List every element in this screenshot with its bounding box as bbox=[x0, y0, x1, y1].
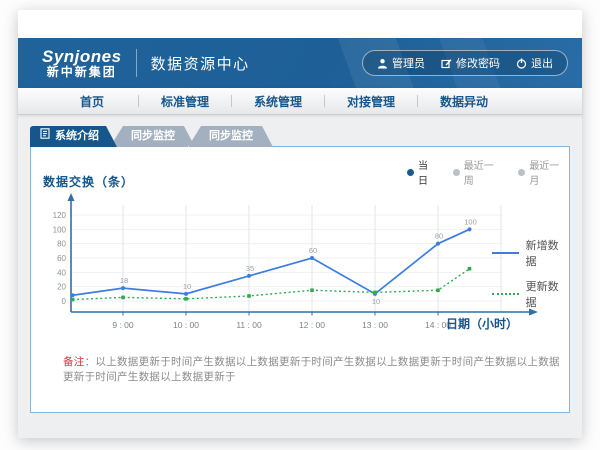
admin-user-button[interactable]: 管理员 bbox=[377, 55, 425, 71]
y-tick-label: 40 bbox=[57, 268, 66, 277]
data-point-marker bbox=[468, 267, 472, 271]
y-tick-label: 120 bbox=[53, 211, 67, 220]
x-tick-label: 13 : 00 bbox=[362, 320, 388, 330]
radio-dot-icon bbox=[518, 169, 525, 176]
radio-dot-icon bbox=[453, 169, 460, 176]
legend-label: 新增数据 bbox=[526, 237, 569, 269]
change-password-label: 修改密码 bbox=[456, 55, 500, 71]
nav-item-system-mgmt[interactable]: 系统管理 bbox=[232, 93, 324, 110]
footnote-label: 备注 bbox=[63, 356, 85, 368]
range-option-last-month[interactable]: 最近一月 bbox=[518, 157, 569, 187]
y-tick-label: 0 bbox=[62, 297, 67, 306]
data-point-marker bbox=[247, 274, 251, 278]
range-option-last-week[interactable]: 最近一周 bbox=[453, 157, 504, 187]
header-divider bbox=[136, 49, 137, 77]
range-option-label: 当日 bbox=[418, 157, 438, 187]
content-area: 系统介绍 同步监控 同步监控 当日 最近一周 最近一月 数据交换 bbox=[18, 115, 582, 438]
data-point-marker bbox=[468, 227, 472, 231]
range-option-today[interactable]: 当日 bbox=[407, 157, 438, 187]
tab-bar: 系统介绍 同步监控 同步监控 bbox=[30, 126, 273, 147]
radio-dot-icon bbox=[407, 169, 414, 176]
nav-item-standard-mgmt[interactable]: 标准管理 bbox=[139, 93, 231, 110]
power-icon bbox=[516, 58, 527, 69]
user-icon bbox=[377, 58, 388, 69]
legend-item-updated-data[interactable]: 更新数据 bbox=[492, 278, 569, 310]
logout-label: 退出 bbox=[531, 55, 553, 71]
data-point-marker bbox=[247, 294, 251, 298]
y-axis-title: 数据交换（条） bbox=[43, 173, 134, 190]
solid-line-icon bbox=[492, 252, 519, 254]
logo-text-en: Synjones bbox=[42, 48, 122, 66]
data-point-label: 10 bbox=[372, 297, 380, 306]
data-point-marker bbox=[71, 293, 75, 297]
admin-user-label: 管理员 bbox=[392, 55, 425, 71]
change-password-button[interactable]: 修改密码 bbox=[441, 55, 500, 71]
data-point-label: 60 bbox=[309, 246, 317, 255]
series-line-0 bbox=[73, 229, 470, 295]
legend-label: 更新数据 bbox=[526, 278, 569, 310]
logo-text-cn: 新中新集团 bbox=[42, 66, 122, 79]
nav-item-interface-mgmt[interactable]: 对接管理 bbox=[325, 93, 417, 110]
user-menu: 管理员 修改密码 退出 bbox=[362, 50, 568, 76]
footnote-text: ：以上数据更新于时间产生数据以上数据更新于时间产生数据以上数据更新于时间产生数据… bbox=[63, 356, 560, 383]
tab-system-intro[interactable]: 系统介绍 bbox=[30, 126, 117, 147]
series-line-1 bbox=[73, 269, 470, 300]
company-logo: Synjones 新中新集团 bbox=[42, 48, 122, 78]
app-title: 数据资源中心 bbox=[151, 53, 250, 74]
app-window: Synjones 新中新集团 数据资源中心 管理员 修改密码 bbox=[18, 10, 582, 438]
data-point-marker bbox=[184, 292, 188, 296]
edit-icon bbox=[441, 58, 452, 69]
tab-sync-monitor-2[interactable]: 同步监控 bbox=[188, 126, 273, 147]
data-point-marker bbox=[71, 298, 75, 302]
data-point-label: 35 bbox=[246, 264, 254, 273]
data-point-marker bbox=[310, 288, 314, 292]
x-tick-label: 10 : 00 bbox=[173, 320, 199, 330]
data-point-marker bbox=[373, 291, 377, 295]
app-header: Synjones 新中新集团 数据资源中心 管理员 修改密码 bbox=[18, 38, 582, 88]
data-point-label: 10 bbox=[183, 282, 191, 291]
footnote: 备注：以上数据更新于时间产生数据以上数据更新于时间产生数据以上数据更新于时间产生… bbox=[63, 354, 569, 384]
top-strip bbox=[18, 10, 582, 38]
nav-item-data-change[interactable]: 数据异动 bbox=[418, 93, 510, 110]
time-range-filter: 当日 最近一周 最近一月 bbox=[407, 157, 569, 187]
dotted-line-icon bbox=[492, 293, 519, 295]
data-point-marker bbox=[310, 256, 314, 260]
chart-panel: 当日 最近一周 最近一月 数据交换（条） 0 20 40 60 80 100 120 9 : … bbox=[30, 146, 570, 413]
data-point-label: 100 bbox=[464, 217, 477, 226]
x-tick-label: 9 : 00 bbox=[112, 320, 134, 330]
tab-label: 系统介绍 bbox=[55, 126, 99, 147]
data-point-label: 18 bbox=[120, 276, 128, 285]
nav-item-home[interactable]: 首页 bbox=[46, 93, 138, 110]
y-tick-label: 100 bbox=[53, 225, 67, 234]
range-option-label: 最近一月 bbox=[529, 157, 569, 187]
x-tick-label: 11 : 00 bbox=[236, 320, 262, 330]
data-point-marker bbox=[184, 297, 188, 301]
data-point-marker bbox=[436, 242, 440, 246]
data-point-marker bbox=[436, 288, 440, 292]
chart-legend: 新增数据 更新数据 bbox=[492, 237, 569, 319]
tab-sync-monitor-1[interactable]: 同步监控 bbox=[110, 126, 195, 147]
document-icon bbox=[40, 126, 50, 147]
range-option-label: 最近一周 bbox=[464, 157, 504, 187]
main-nav: 首页 标准管理 系统管理 对接管理 数据异动 bbox=[18, 88, 582, 115]
y-tick-label: 60 bbox=[57, 254, 66, 263]
y-tick-label: 80 bbox=[57, 240, 66, 249]
legend-item-new-data[interactable]: 新增数据 bbox=[492, 237, 569, 269]
y-axis-arrow-icon bbox=[68, 193, 75, 201]
data-point-marker bbox=[121, 286, 125, 290]
data-point-marker bbox=[121, 296, 125, 300]
logout-button[interactable]: 退出 bbox=[516, 55, 553, 71]
data-point-label: 80 bbox=[435, 232, 443, 241]
x-tick-label: 12 : 00 bbox=[299, 320, 325, 330]
y-tick-label: 20 bbox=[57, 283, 66, 292]
